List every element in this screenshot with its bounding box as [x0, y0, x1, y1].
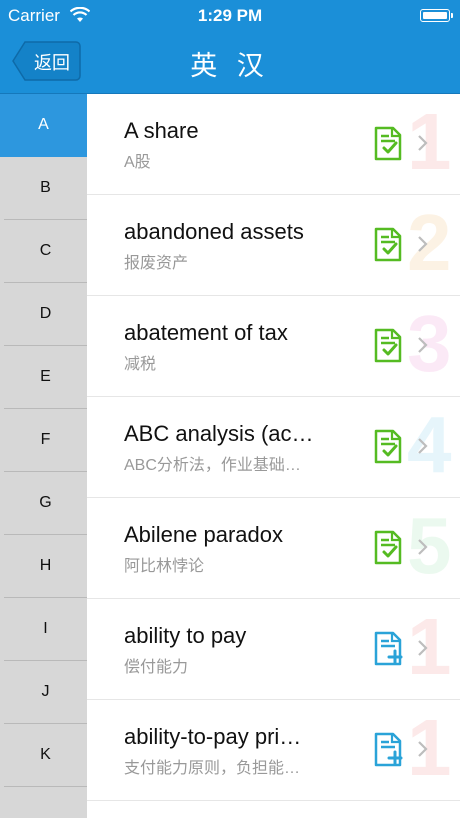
entry-term: ability-to-pay pri… [124, 724, 302, 749]
entry-number-badge: 4 [407, 400, 452, 489]
entry-translation: 报废资产 [124, 255, 189, 272]
entry-translation: 偿付能力 [124, 659, 189, 676]
entry-term: A share [124, 118, 199, 143]
status-bar: Carrier 1:29 PM [0, 0, 460, 32]
alphabet-index: ABCDEFGHIJK [0, 94, 87, 818]
chevron-right-icon [417, 639, 429, 657]
chevron-right-icon [417, 740, 429, 758]
entry-number-badge: 1 [407, 97, 452, 186]
list-item[interactable]: 2 abandoned assets 报废资产 [87, 195, 460, 296]
entry-number-badge: 1 [407, 703, 452, 792]
chevron-right-icon [417, 134, 429, 152]
index-letter-b[interactable]: B [4, 157, 87, 220]
entry-term: ABC analysis (ac… [124, 421, 314, 446]
index-letter-c[interactable]: C [4, 220, 87, 283]
list-item[interactable]: 4 ABC analysis (ac… ABC分析法，作业基础… [87, 397, 460, 498]
navigation-bar: 返回 英 汉 [0, 32, 460, 94]
add-document-icon[interactable] [373, 631, 405, 667]
chevron-right-icon [417, 437, 429, 455]
entry-translation: 阿比林悖论 [124, 558, 205, 575]
entry-translation: ABC分析法，作业基础… [124, 457, 301, 474]
entry-number-badge: 5 [407, 501, 452, 590]
index-letter-k[interactable]: K [4, 724, 87, 787]
battery-icon [420, 9, 453, 22]
index-letter-h[interactable]: H [4, 535, 87, 598]
index-letter-d[interactable]: D [4, 283, 87, 346]
entry-number-badge: 2 [407, 198, 452, 287]
index-letter-f[interactable]: F [4, 409, 87, 472]
check-document-icon[interactable] [373, 530, 405, 566]
check-document-icon[interactable] [373, 429, 405, 465]
entry-translation: A股 [124, 154, 151, 171]
chevron-right-icon [417, 235, 429, 253]
page-title: 英 汉 [190, 51, 270, 81]
entry-number-badge: 1 [407, 602, 452, 691]
clock: 1:29 PM [197, 6, 263, 25]
check-document-icon[interactable] [373, 328, 405, 364]
list-item[interactable]: 5 Abilene paradox 阿比林悖论 [87, 498, 460, 599]
entry-term: Abilene paradox [124, 522, 284, 547]
chevron-right-icon [417, 538, 429, 556]
index-letter-g[interactable]: G [4, 472, 87, 535]
index-letter-i[interactable]: I [4, 598, 87, 661]
entry-translation: 减税 [124, 356, 157, 373]
index-letter-j[interactable]: J [4, 661, 87, 724]
entry-number-badge: 3 [407, 299, 452, 388]
chevron-right-icon [417, 336, 429, 354]
entry-term: abandoned assets [124, 219, 304, 244]
entry-term: ability to pay [124, 623, 247, 648]
index-letter-e[interactable]: E [4, 346, 87, 409]
check-document-icon[interactable] [373, 126, 405, 162]
check-document-icon[interactable] [373, 227, 405, 263]
list-item[interactable]: 1 ability-to-pay pri… 支付能力原则，负担能… [87, 700, 460, 801]
index-letter-a[interactable]: A [0, 94, 87, 157]
entry-term: abatement of tax [124, 320, 288, 345]
term-list: 1 A share A股 2 abandoned assets 报废资产 3 abatemen… [87, 94, 460, 818]
list-item[interactable]: 1 A share A股 [87, 94, 460, 195]
add-document-icon[interactable] [373, 732, 405, 768]
entry-translation: 支付能力原则，负担能… [124, 760, 301, 777]
list-item[interactable]: 3 abatement of tax 减税 [87, 296, 460, 397]
list-item[interactable]: 1 ability to pay 偿付能力 [87, 599, 460, 700]
